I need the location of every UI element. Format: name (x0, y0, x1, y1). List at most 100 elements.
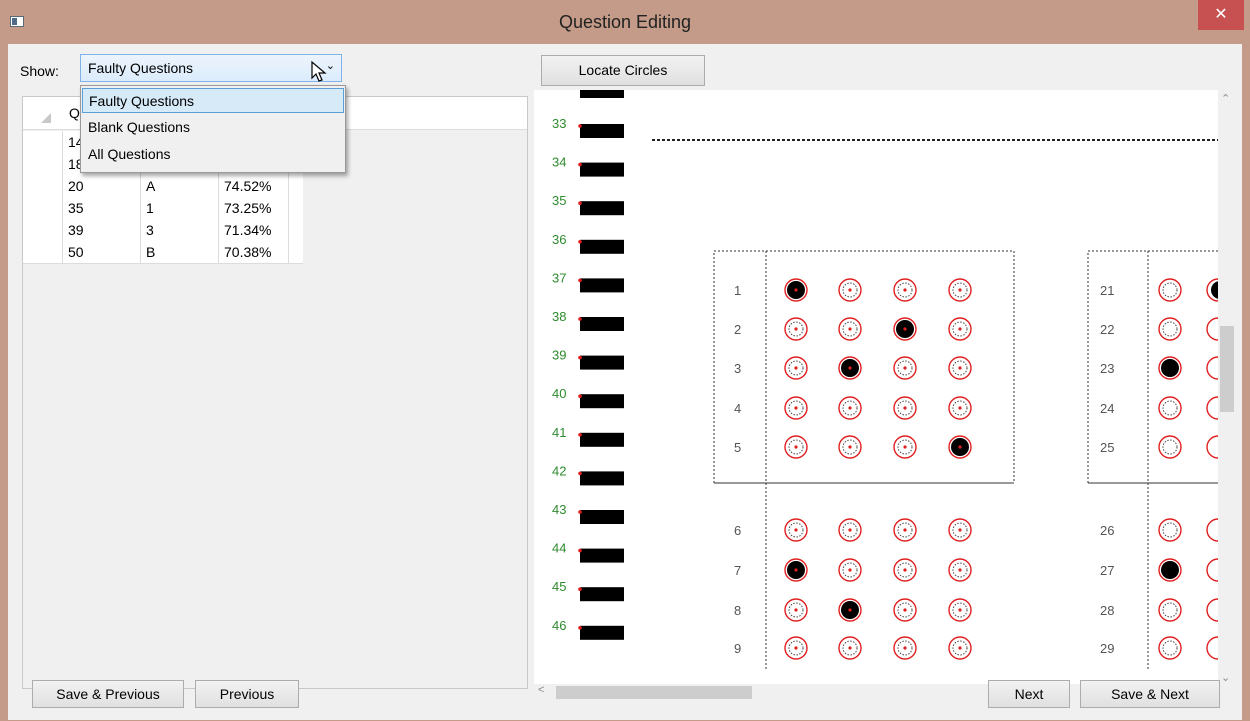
answer-block-outline (713, 250, 1015, 484)
client-area: Show: Faulty Questions ⌄ Q 1418B79.94%20… (8, 44, 1242, 720)
title-bar: Question Editing ✕ (0, 0, 1250, 44)
option-blank-questions[interactable]: Blank Questions (82, 115, 344, 140)
timing-dot (578, 433, 582, 437)
center-dot (958, 288, 962, 292)
cell-confidence[interactable]: 70.38% (219, 241, 289, 263)
center-dot (794, 366, 798, 370)
questions-grid[interactable]: Q 1418B79.94%20A74.52%35173.25%39371.34%… (22, 96, 528, 689)
row-number-label: 45 (552, 579, 566, 594)
center-dot (794, 406, 798, 410)
scroll-down-icon[interactable]: ⌄ (1221, 671, 1230, 684)
mouse-cursor-icon (311, 60, 327, 82)
question-number-label: 3 (734, 361, 741, 376)
center-dot (903, 445, 907, 449)
row-number-label: 44 (552, 541, 566, 556)
filled-bubble (1161, 561, 1179, 579)
center-dot (958, 528, 962, 532)
question-number-label: 9 (734, 641, 741, 656)
table-row[interactable]: 35 1 73.25% (23, 197, 303, 220)
center-dot (958, 608, 962, 612)
table-row[interactable]: 39 3 71.34% (23, 219, 303, 242)
center-dot (958, 327, 962, 331)
vertical-scrollbar[interactable]: ⌃ ⌄ (1218, 90, 1236, 684)
detected-circle (1206, 518, 1218, 542)
select-all-corner[interactable] (41, 113, 51, 123)
cell-answer[interactable]: 3 (141, 219, 219, 241)
center-dot (848, 646, 852, 650)
detected-circle (1158, 278, 1182, 302)
cell-confidence[interactable]: 71.34% (219, 219, 289, 241)
empty-bubble (1162, 522, 1178, 538)
row-selector[interactable] (23, 175, 63, 197)
empty-bubble (1162, 282, 1178, 298)
cell-confidence[interactable]: 73.25% (219, 197, 289, 219)
question-number-label: 2 (734, 322, 741, 337)
timing-mark (580, 432, 624, 447)
timing-mark (580, 201, 624, 216)
show-dropdown-list: Faulty Questions Blank Questions All Que… (80, 85, 346, 173)
show-select[interactable]: Faulty Questions ⌄ (80, 54, 342, 82)
detected-circle (1206, 356, 1218, 380)
table-row[interactable]: 50 B 70.38% (23, 241, 303, 264)
center-dot (794, 646, 798, 650)
show-label: Show: (20, 63, 59, 79)
detected-circle (1206, 636, 1218, 660)
option-all-questions[interactable]: All Questions (82, 142, 344, 167)
previous-button[interactable]: Previous (195, 680, 299, 708)
timing-dot (578, 626, 582, 630)
detected-circle (1158, 518, 1182, 542)
detected-circle (1206, 435, 1218, 459)
horizontal-scroll-thumb[interactable] (556, 686, 752, 699)
cell-q[interactable]: 20 (63, 175, 141, 197)
detected-circle (1206, 317, 1218, 341)
close-button[interactable]: ✕ (1198, 0, 1244, 30)
scroll-left-icon[interactable]: < (538, 684, 544, 696)
row-number-label: 39 (552, 348, 566, 363)
center-dot (903, 327, 907, 331)
question-number-label: 28 (1100, 603, 1114, 618)
cell-answer[interactable]: 1 (141, 197, 219, 219)
question-number-label: 29 (1100, 641, 1114, 656)
timing-mark (580, 90, 624, 98)
center-dot (903, 568, 907, 572)
option-faulty-questions[interactable]: Faulty Questions (82, 88, 344, 113)
row-selector[interactable] (23, 153, 63, 175)
row-selector[interactable] (23, 197, 63, 219)
cell-q[interactable]: 39 (63, 219, 141, 241)
row-selector[interactable] (23, 131, 63, 153)
cell-q[interactable]: 50 (63, 241, 141, 263)
row-selector[interactable] (23, 219, 63, 241)
center-dot (848, 327, 852, 331)
timing-dot (578, 240, 582, 244)
timing-mark (580, 355, 624, 370)
answer-sheet-viewer[interactable]: 33 34 35 36 37 38 39 40 41 42 43 44 45 46 1 21 2 22 3 23 4 24… (534, 90, 1236, 701)
table-row[interactable]: 20 A 74.52% (23, 175, 303, 198)
timing-dot (578, 317, 582, 321)
center-dot (903, 406, 907, 410)
row-number-label: 38 (552, 309, 566, 324)
save-next-button[interactable]: Save & Next (1080, 680, 1220, 708)
detected-circle (1158, 435, 1182, 459)
timing-mark (580, 278, 624, 293)
cell-confidence[interactable]: 74.52% (219, 175, 289, 197)
timing-dot (578, 278, 582, 283)
row-selector[interactable] (23, 241, 63, 263)
vertical-scroll-thumb[interactable] (1220, 326, 1234, 412)
save-previous-button[interactable]: Save & Previous (32, 680, 184, 708)
row-number-label: 40 (552, 386, 566, 401)
timing-mark (580, 548, 624, 563)
cell-q[interactable]: 35 (63, 197, 141, 219)
center-dot (848, 528, 852, 532)
center-dot (794, 327, 798, 331)
question-number-label: 8 (734, 603, 741, 618)
locate-circles-button[interactable]: Locate Circles (541, 55, 705, 86)
detected-circle (1206, 558, 1218, 582)
center-dot (794, 445, 798, 449)
next-button[interactable]: Next (988, 680, 1070, 708)
center-dot (848, 366, 852, 370)
center-dot (958, 568, 962, 572)
cell-answer[interactable]: A (141, 175, 219, 197)
question-number-label: 6 (734, 523, 741, 538)
scroll-up-icon[interactable]: ⌃ (1221, 92, 1230, 105)
cell-answer[interactable]: B (141, 241, 219, 263)
